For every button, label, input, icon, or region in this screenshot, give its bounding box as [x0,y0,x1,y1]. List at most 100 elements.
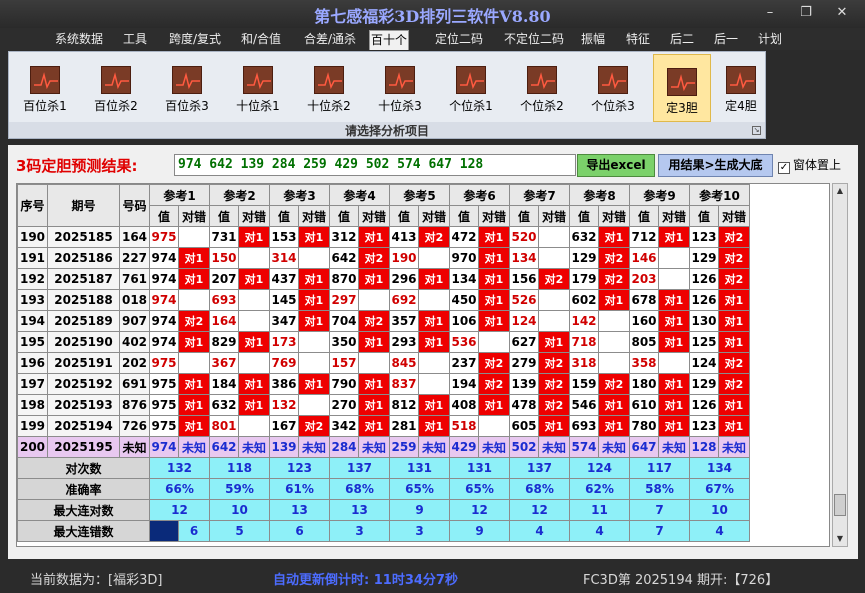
scroll-thumb[interactable] [834,494,846,516]
ribbon-button[interactable]: 定3胆 [653,54,711,122]
table-row[interactable]: 193 2025188 018 974 693 145 对1 297 692 450 对1 526 60… [17,289,750,311]
header-ref: 参考7 [509,184,570,206]
row-period: 2025188 [47,289,120,311]
unknown-check: 未知 [298,436,330,458]
table-row[interactable]: 196 2025191 202 975 367 769 157 845 237 对2 279 对2 31… [17,352,750,374]
menu-item[interactable]: 工具 [117,30,153,50]
ref-check: 对1 [598,415,630,437]
ref-value: 156 [509,268,539,290]
ribbon-button[interactable]: 十位杀2 [300,66,358,113]
menu-item[interactable]: 计划 [752,30,788,50]
table-row[interactable]: 197 2025192 691 975 对1 184 对1 386 对1 790 对1 837 194 对… [17,373,750,395]
ref-value: 731 [209,226,239,248]
ref-value: 975 [149,352,179,374]
ref-check: 对2 [538,373,570,395]
menu-item[interactable]: 后一 [708,30,744,50]
checkbox-check-icon: ✓ [778,162,790,174]
row-period: 2025185 [47,226,120,248]
menu-item[interactable]: 和/合值 [234,30,288,50]
table-row[interactable]: 192 2025187 761 974 对1 207 对1 437 对1 870 对1 296 对1 13… [17,268,750,290]
ref-check: 对1 [478,268,510,290]
ribbon-launcher-icon[interactable]: ↘ [752,126,761,135]
ribbon-button[interactable]: 个位杀1 [442,66,500,113]
menu-item[interactable]: 跨度/复式 [163,30,227,50]
header-value: 值 [629,205,659,227]
prediction-row[interactable]: 200 2025195 未知 974 未知 642 未知 139 未知 284 未知 259 未知 429… [17,436,750,458]
scroll-up-icon[interactable]: ▲ [833,184,847,198]
ribbon-button[interactable]: 十位杀1 [229,66,287,113]
row-period: 2025190 [47,331,120,353]
ribbon-button[interactable]: 百位杀3 [158,66,216,113]
ref-value: 975 [149,373,179,395]
predicted-value: 429 [449,436,479,458]
ref-value: 130 [689,310,719,332]
ref-check: 对1 [238,226,270,248]
stat-value: 65% [389,478,450,500]
ref-check: 对1 [718,415,750,437]
header-value: 值 [689,205,719,227]
menu-item[interactable]: 定位二码 [428,30,490,50]
ref-check: 对2 [718,226,750,248]
ref-value: 546 [569,394,599,416]
menu-item[interactable]: 不定位二码 [497,30,571,50]
ref-value: 975 [149,415,179,437]
ref-value: 790 [329,373,359,395]
ref-check: 对2 [538,352,570,374]
menu-item[interactable]: 合差/通杀 [298,30,362,50]
menu-item[interactable]: 系统数据 [48,30,110,50]
ref-check [478,415,510,437]
menu-item[interactable]: 特征 [620,30,656,50]
ref-value: 837 [389,373,419,395]
ref-value: 125 [689,331,719,353]
ref-value: 237 [449,352,479,374]
table-row[interactable]: 194 2025189 907 974 对2 164 347 对1 704 对2 357 对1 106 对… [17,310,750,332]
stat-value: 11 [569,499,630,521]
predicted-value: 647 [629,436,659,458]
result-field[interactable]: 974 642 139 284 259 429 502 574 647 128 [174,154,576,176]
maximize-button[interactable]: ❐ [796,4,816,22]
ref-check [598,331,630,353]
ribbon-button[interactable]: 百位杀2 [87,66,145,113]
row-seq: 198 [17,394,48,416]
stat-label: 最大连错数 [17,520,150,542]
scroll-down-icon[interactable]: ▼ [833,532,847,546]
table-row[interactable]: 195 2025190 402 974 对1 829 对1 173 350 对1 293 对1 536 6… [17,331,750,353]
ribbon-button[interactable]: 定4胆 [712,66,770,113]
vertical-scrollbar[interactable]: ▲ ▼ [832,183,848,547]
ref-value: 318 [569,352,599,374]
row-number: 907 [119,310,150,332]
ref-check: 对1 [178,415,210,437]
table-row[interactable]: 198 2025193 876 975 对1 632 对1 132 270 对1 812 对1 408 对… [17,394,750,416]
stat-value: 65% [449,478,510,500]
close-button[interactable]: ✕ [832,4,852,22]
ref-value: 297 [329,289,359,311]
ribbon-button-label: 个位杀2 [520,99,564,113]
ref-check: 对1 [238,394,270,416]
ref-value: 281 [389,415,419,437]
stat-value: 12 [149,499,210,521]
minimize-button[interactable]: – [760,4,780,22]
menu-item[interactable]: 后二 [664,30,700,50]
table-row[interactable]: 190 2025185 164 975 731 对1 153 对1 312 对1 413 对2 472 对… [17,226,750,248]
ref-value: 179 [569,268,599,290]
menu-item[interactable]: 振幅 [575,30,611,50]
stat-value: 7 [629,499,690,521]
update-countdown: 自动更新倒计时: 11时34分7秒 [273,573,458,588]
unknown-check: 未知 [478,436,510,458]
ribbon-button[interactable]: 十位杀3 [371,66,429,113]
trend-chart-icon [385,66,415,94]
generate-base-button[interactable]: 用结果>生成大底 [658,154,773,177]
ref-check: 对1 [358,331,390,353]
ref-check: 对2 [358,247,390,269]
menu-item[interactable]: 百十个 [369,30,409,50]
table-row[interactable]: 199 2025194 726 975 对1 801 167 对2 342 对1 281 对1 518 6… [17,415,750,437]
table-row[interactable]: 191 2025186 227 974 对1 150 314 642 对2 190 970 对1 134… [17,247,750,269]
status-bar: 当前数据为：[福彩3D] 自动更新倒计时: 11时34分7秒 FC3D第 202… [0,562,865,593]
window-on-top-checkbox[interactable]: ✓ 窗体置上 [778,156,841,174]
ribbon-button[interactable]: 个位杀2 [513,66,571,113]
ribbon-button[interactable]: 百位杀1 [16,66,74,113]
ref-value: 126 [689,394,719,416]
export-excel-button[interactable]: 导出excel [577,154,655,177]
ribbon-button[interactable]: 个位杀3 [584,66,642,113]
ref-check: 对1 [658,310,690,332]
